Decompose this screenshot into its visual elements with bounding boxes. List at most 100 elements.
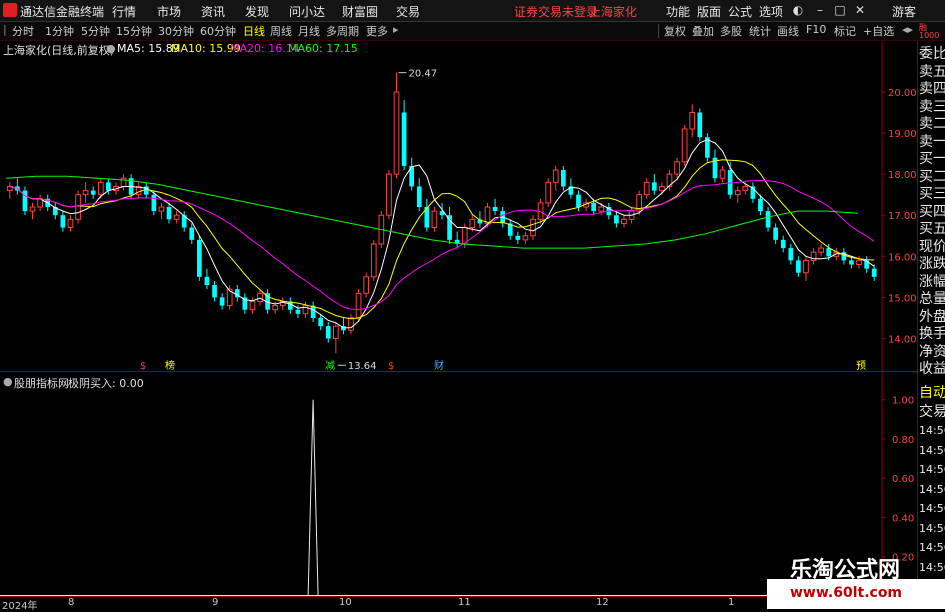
x-tick-sep: 9 — [212, 597, 219, 608]
candle-body-down — [212, 285, 217, 298]
candle-body-up — [659, 185, 665, 192]
menu-trade[interactable]: 交易 — [396, 3, 420, 20]
event-marker: $ — [388, 361, 394, 371]
period-more[interactable]: 更多 — [366, 23, 388, 39]
candle-body-down — [576, 194, 581, 207]
tool-f10[interactable]: F10 — [806, 23, 826, 36]
candle-body-up — [386, 173, 392, 216]
menu-wealth[interactable]: 财富圈 — [342, 3, 378, 20]
candle-body-up — [370, 243, 377, 278]
period-15min[interactable]: 15分钟 — [116, 23, 152, 39]
candle-body-down — [765, 211, 771, 228]
candle-body-down — [614, 215, 619, 224]
minimize-icon[interactable]: – — [812, 2, 828, 18]
tool-draw[interactable]: 画线 — [777, 23, 799, 39]
panel-corner-label: 融 1000 — [919, 23, 940, 40]
toolbar-next-icon[interactable]: ◂▸ — [902, 23, 913, 36]
candle-body-down — [788, 248, 794, 261]
tool-overlay[interactable]: 叠加 — [692, 23, 714, 39]
tool-mark[interactable]: 标记 — [834, 23, 856, 39]
menu-market[interactable]: 市场 — [157, 3, 181, 20]
menu-quotes[interactable]: 行情 — [112, 3, 136, 20]
tool-multistock[interactable]: 多股 — [720, 23, 742, 39]
candle-body-up — [75, 194, 81, 220]
tool-add-watchlist[interactable]: +自选 — [863, 23, 894, 39]
indicator-tick-label: 0.60 — [892, 474, 914, 485]
toolbar-collapse-icon[interactable]: | — [3, 23, 7, 36]
price-tick-label: 17.00 — [888, 211, 917, 222]
candle-body-down — [515, 235, 521, 240]
candle-body-down — [758, 198, 763, 212]
candle-body-down — [151, 194, 157, 212]
candle-body-up — [469, 218, 476, 229]
period-60min[interactable]: 60分钟 — [200, 23, 236, 39]
panel-auto[interactable]: 自动 — [919, 383, 945, 403]
candle-body-down — [727, 170, 733, 195]
candle-body-up — [552, 169, 559, 183]
candle-body-down — [651, 182, 657, 191]
candle-body-down — [295, 309, 301, 314]
candle-body-up — [742, 185, 749, 192]
period-1min[interactable]: 1分钟 — [45, 23, 74, 39]
period-monthly[interactable]: 月线 — [298, 23, 320, 39]
candle-body-down — [773, 227, 778, 240]
candle-body-up — [355, 292, 362, 319]
candle-body-down — [401, 112, 407, 166]
event-marker: 榜 — [165, 359, 175, 371]
menu-discover[interactable]: 发现 — [245, 3, 269, 20]
tool-stats[interactable]: 统计 — [749, 23, 771, 39]
menu-options[interactable]: 选项 — [759, 3, 783, 20]
watermark-url: www.60lt.com — [790, 585, 903, 601]
period-multi[interactable]: 多周期 — [326, 23, 359, 39]
menu-ask[interactable]: 问小达 — [289, 3, 325, 20]
menu-formula[interactable]: 公式 — [728, 3, 752, 20]
candle-body-up — [363, 276, 370, 294]
close-icon[interactable]: ✕ — [852, 2, 868, 18]
price-tick-label: 20.00 — [888, 88, 917, 99]
panel-trade[interactable]: 交易 — [919, 402, 945, 422]
candle-body-down — [106, 182, 111, 191]
candle-body-up — [348, 317, 354, 331]
period-5min[interactable]: 5分钟 — [81, 23, 110, 39]
tool-fuquan[interactable]: 复权 — [664, 23, 686, 39]
app-title: 通达信金融终端 — [20, 5, 105, 19]
panel-time-1: 14:56 — [919, 443, 945, 457]
candle-body-down — [166, 207, 172, 220]
skin-icon[interactable]: ◐ — [790, 2, 806, 18]
price-chart[interactable]: 20.00 19.00 18.00 17.00 16.00 15.00 14.00 20.47… — [0, 41, 917, 371]
candle-body-down — [60, 215, 66, 228]
period-30min[interactable]: 30分钟 — [158, 23, 194, 39]
candle-body-down — [492, 207, 498, 212]
candle-body-up — [272, 305, 279, 311]
indicator-tick-label: 0.80 — [892, 435, 914, 446]
period-weekly[interactable]: 周线 — [270, 23, 292, 39]
panel-field-18: 收益 — [919, 361, 945, 377]
panel-time-5: 14:56 — [919, 521, 945, 535]
panel-time-0: 14:56 — [919, 424, 945, 437]
candle-body-up — [97, 181, 104, 196]
candle-body-down — [826, 248, 832, 257]
maximize-icon[interactable]: □ — [832, 2, 848, 18]
candle-body-down — [849, 260, 854, 265]
price-tick-label: 14.00 — [888, 334, 917, 345]
candle-body-up — [29, 206, 36, 212]
period-fenshi[interactable]: 分时 — [12, 23, 34, 39]
current-stock: 上海家化 — [589, 5, 638, 19]
guest-label[interactable]: 游客 — [892, 3, 916, 20]
period-daily[interactable]: 日线 — [243, 23, 265, 39]
more-arrow-icon[interactable]: ▸ — [393, 23, 399, 36]
menu-news[interactable]: 资讯 — [201, 3, 225, 20]
price-tick-label: 16.00 — [888, 252, 917, 263]
candle-body-down — [560, 170, 566, 187]
event-marker: 财 — [434, 359, 444, 371]
menu-layout[interactable]: 版面 — [697, 3, 721, 20]
candle-body-down — [697, 112, 703, 138]
candle-body-up — [803, 259, 809, 274]
candle-body-up — [818, 247, 824, 253]
login-alert[interactable]: 证券交易未登录 — [514, 3, 598, 20]
indicator-chart[interactable]: 1.000.800.600.400.20 — [0, 372, 917, 596]
menu-function[interactable]: 功能 — [666, 3, 690, 20]
event-marker: $ — [140, 361, 146, 371]
high-label: 20.47 — [409, 69, 438, 80]
event-marker: 预 — [856, 360, 866, 371]
